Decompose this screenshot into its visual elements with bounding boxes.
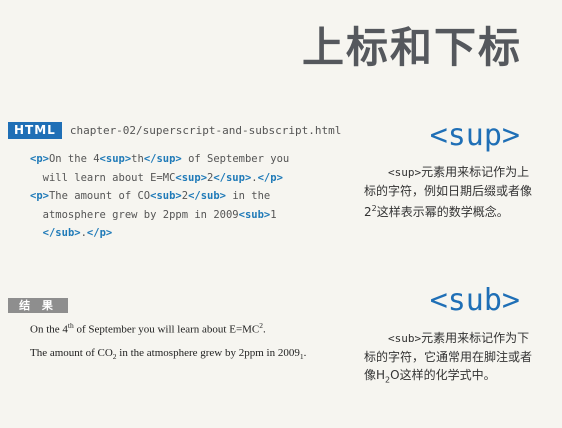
- code-tag: <sup>: [175, 171, 208, 184]
- code-line: atmosphere grew by 2ppm in 2009<sub>1: [30, 206, 340, 225]
- code-line: <p>On the 4<sup>th</sup> of September yo…: [30, 150, 340, 169]
- result-line-2-text-c: .: [303, 347, 307, 359]
- code-text: 1: [270, 208, 277, 221]
- code-tag: </sub>: [42, 227, 81, 239]
- result-line-1-text-c: .: [263, 323, 266, 336]
- code-tag: <sub>: [150, 190, 182, 202]
- page-title: 上标和下标: [301, 23, 522, 72]
- code-text: of September you: [181, 153, 290, 165]
- code-tag: </sub>: [188, 190, 226, 202]
- sub-heading: <sub>: [429, 283, 520, 318]
- code-tag: <p>: [30, 153, 49, 165]
- code-tag: <p>: [30, 190, 49, 202]
- code-tag: <sub>: [238, 208, 271, 221]
- code-tag: </p>: [86, 227, 113, 239]
- sub-desc-b: O这样的化学式中。: [390, 368, 496, 382]
- result-line-1-text-a: On the 4: [30, 323, 68, 336]
- code-text: atmosphere grew by 2ppm in 2009: [30, 208, 239, 221]
- sup-description: <sup>元素用来标记作为上标的字符，例如日期后缀或者像22这样表示幂的数学概念…: [364, 163, 539, 221]
- file-path: chapter-02/superscript-and-subscript.htm…: [69, 124, 342, 137]
- result-line-2-text-a: The amount of CO: [30, 347, 113, 359]
- code-line: <p>The amount of CO<sub>2</sub> in the: [30, 187, 340, 206]
- code-text: th: [131, 153, 144, 165]
- code-tag: </sup>: [213, 171, 252, 184]
- result-line-1-text-b: of September you will learn about E=MC: [73, 323, 260, 336]
- code-text: On the 4: [48, 153, 100, 165]
- sup-tag: <sup>: [388, 166, 422, 179]
- sub-tag: <sub>: [388, 332, 422, 345]
- result-line-2-text-b: in the atmosphere grew by 2ppm in 2009: [116, 347, 300, 359]
- code-header: HTML chapter-02/superscript-and-subscrip…: [8, 122, 341, 139]
- code-text: will learn about E=MC: [30, 171, 176, 184]
- code-tag: <sup>: [99, 153, 132, 165]
- sub-description: <sub>元素用来标记作为下标的字符，它通常用在脚注或者像H2O这样的化学式中。: [364, 329, 539, 389]
- sup-desc-b: 这样表示幂的数学概念。: [376, 205, 509, 219]
- code-tag: </p>: [257, 171, 283, 184]
- code-tag: </sup>: [143, 153, 182, 165]
- sup-heading: <sup>: [429, 118, 520, 153]
- result-line-2: The amount of CO2 in the atmosphere grew…: [30, 347, 306, 361]
- code-block: <p>On the 4<sup>th</sup> of September yo…: [30, 150, 340, 243]
- result-label: 结 果: [8, 298, 68, 313]
- code-line: </sub>.</p>: [30, 224, 340, 243]
- language-badge: HTML: [8, 122, 62, 139]
- code-text: in the: [226, 190, 271, 202]
- code-line: will learn about E=MC<sup>2</sup>.</p>: [30, 169, 340, 188]
- result-line-1: On the 4th of September you will learn a…: [30, 321, 266, 336]
- code-text: The amount of CO: [48, 190, 151, 202]
